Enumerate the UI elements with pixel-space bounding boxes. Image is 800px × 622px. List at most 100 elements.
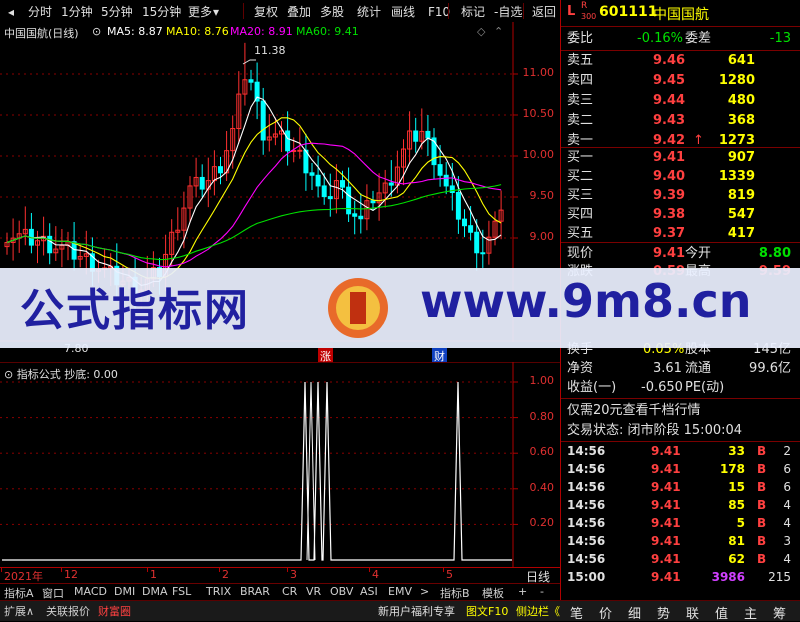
stock-flag-l: L xyxy=(567,4,576,19)
indicator-tab-15[interactable]: 模板 xyxy=(482,585,504,601)
trade-time: 14:56 xyxy=(567,498,606,512)
trade-volume: 81 xyxy=(728,534,745,548)
candle-body xyxy=(425,130,431,139)
trade-side: B xyxy=(757,480,767,494)
trade-count: 215 xyxy=(768,570,791,584)
toolbar-item-12[interactable]: -自选 xyxy=(494,4,522,20)
more-dropdown-icon[interactable]: ▾ xyxy=(213,4,219,20)
price-axis-label: 10.50 xyxy=(522,107,555,120)
side-tab-1[interactable]: 价 xyxy=(599,603,612,622)
candle-body xyxy=(443,174,449,187)
float-label: 流通 xyxy=(685,361,712,376)
bid-row-3[interactable]: 买四 9.38 547 xyxy=(567,205,797,224)
settings-icon[interactable]: ⊙ xyxy=(4,368,17,381)
indicator-tab-6[interactable]: TRIX xyxy=(206,585,231,598)
trade-time: 14:56 xyxy=(567,462,606,476)
weicha-value: -13 xyxy=(769,31,791,46)
ask-price: 9.45 xyxy=(653,73,686,88)
indicator-tab-7[interactable]: BRAR xyxy=(240,585,270,598)
pe-label: PE(动) xyxy=(685,380,725,395)
ask-row-2[interactable]: 卖三 9.44 480 xyxy=(567,91,797,110)
stock-code[interactable]: 601111 xyxy=(599,4,657,20)
side-tab-4[interactable]: 联 xyxy=(686,603,699,622)
toolbar-item-3[interactable]: 15分钟 xyxy=(142,4,181,20)
trade-volume: 85 xyxy=(728,498,745,512)
side-tab-5[interactable]: 值 xyxy=(715,603,728,622)
watermark-url: www.9m8.cn xyxy=(420,274,752,328)
diamond-icon[interactable]: ◇ xyxy=(477,25,485,38)
indicator-tab-17[interactable]: - xyxy=(540,585,544,598)
side-tab-0[interactable]: 笔 xyxy=(570,603,583,622)
indicator-tab-16[interactable]: + xyxy=(518,585,527,598)
bid-row-0[interactable]: 买一 9.41 907 xyxy=(567,148,797,167)
indicator-tab-5[interactable]: FSL xyxy=(172,585,191,598)
candle-body xyxy=(199,176,205,190)
settings-icon[interactable]: ⊙ xyxy=(92,25,101,38)
high-price-mark: 11.38 xyxy=(254,44,286,57)
bottom-left-tab-1[interactable]: 关联报价 xyxy=(46,603,90,619)
toolbar-item-11[interactable]: 标记 xyxy=(461,4,485,20)
date-tick: 1 xyxy=(150,568,157,581)
toolbar-item-13[interactable]: 返回 xyxy=(532,4,556,20)
candle-body xyxy=(455,191,461,220)
candle-body xyxy=(449,185,455,193)
toolbar-item-6[interactable]: 叠加 xyxy=(287,4,311,20)
back-arrow-icon[interactable]: ◂ xyxy=(8,4,14,20)
side-tab-2[interactable]: 细 xyxy=(628,603,641,622)
trade-side: B xyxy=(757,444,767,458)
collapse-icon[interactable]: ⌃ xyxy=(494,25,503,38)
toolbar-item-5[interactable]: 复权 xyxy=(254,4,278,20)
trade-price: 9.41 xyxy=(651,570,681,584)
ask-row-3[interactable]: 卖二 9.43 368 xyxy=(567,111,797,130)
bid-row-4[interactable]: 买五 9.37 417 xyxy=(567,224,797,243)
bid-row-2[interactable]: 买三 9.39 819 xyxy=(567,186,797,205)
indicator-tab-8[interactable]: CR xyxy=(282,585,297,598)
candle-body xyxy=(309,172,315,176)
bottom-mid-link-0[interactable]: 新用户福利专享 xyxy=(378,603,455,619)
indicator-chart[interactable] xyxy=(0,362,560,567)
indicator-tab-10[interactable]: OBV xyxy=(330,585,353,598)
toolbar-item-4[interactable]: 更多 xyxy=(188,4,212,20)
toolbar-item-2[interactable]: 5分钟 xyxy=(101,4,133,20)
candle-body xyxy=(285,130,291,152)
toolbar-item-1[interactable]: 1分钟 xyxy=(61,4,93,20)
indicator-tab-0[interactable]: 指标A xyxy=(4,585,34,601)
chart-title: 中国国航(日线) xyxy=(4,27,79,40)
indicator-tab-3[interactable]: DMI xyxy=(114,585,135,598)
toolbar-item-9[interactable]: 画线 xyxy=(391,4,415,20)
bid-volume: 417 xyxy=(727,226,755,241)
trade-price: 9.41 xyxy=(651,552,681,566)
ask-row-0[interactable]: 卖五 9.46 641 xyxy=(567,51,797,70)
bottom-mid-link-2[interactable]: 侧边栏《 xyxy=(516,603,560,619)
toolbar-item-7[interactable]: 多股 xyxy=(320,4,344,20)
indicator-tab-2[interactable]: MACD xyxy=(74,585,107,598)
ask-row-1[interactable]: 卖四 9.45 1280 xyxy=(567,71,797,90)
indicator-tab-9[interactable]: VR xyxy=(306,585,321,598)
side-tab-6[interactable]: 主 xyxy=(744,603,757,622)
bottom-mid-link-1[interactable]: 图文F10 xyxy=(466,603,508,619)
trade-count: 4 xyxy=(783,498,791,512)
bottom-left-tab-2[interactable]: 财富圈 xyxy=(98,603,131,619)
bid-row-1[interactable]: 买二 9.40 1339 xyxy=(567,167,797,186)
indicator-tab-14[interactable]: 指标B xyxy=(440,585,470,601)
indicator-tab-11[interactable]: ASI xyxy=(360,585,378,598)
side-tab-3[interactable]: 势 xyxy=(657,603,670,622)
indicator-tab-4[interactable]: DMA xyxy=(142,585,168,598)
promo-link[interactable]: 仅需20元查看千档行情 xyxy=(567,401,797,420)
side-tab-7[interactable]: 筹 xyxy=(773,603,786,622)
candle-body xyxy=(254,81,260,102)
price-axis-label: 11.00 xyxy=(522,66,555,79)
toolbar-item-10[interactable]: F10 xyxy=(428,4,450,20)
trade-count: 2 xyxy=(783,444,791,458)
indicator-tab-12[interactable]: EMV xyxy=(388,585,412,598)
date-tick-mark xyxy=(61,567,62,572)
toolbar-item-0[interactable]: 分时 xyxy=(28,4,52,20)
weicha-label: 委差 xyxy=(685,31,712,46)
bottom-left-tab-0[interactable]: 扩展∧ xyxy=(4,603,34,619)
trade-time: 14:56 xyxy=(567,534,606,548)
toolbar-item-8[interactable]: 统计 xyxy=(357,4,381,20)
indicator-tab-13[interactable]: > xyxy=(420,585,429,598)
stock-name[interactable]: 中国国航 xyxy=(653,4,709,24)
bid-label: 买四 xyxy=(567,207,594,222)
indicator-tab-1[interactable]: 窗口 xyxy=(42,585,64,601)
